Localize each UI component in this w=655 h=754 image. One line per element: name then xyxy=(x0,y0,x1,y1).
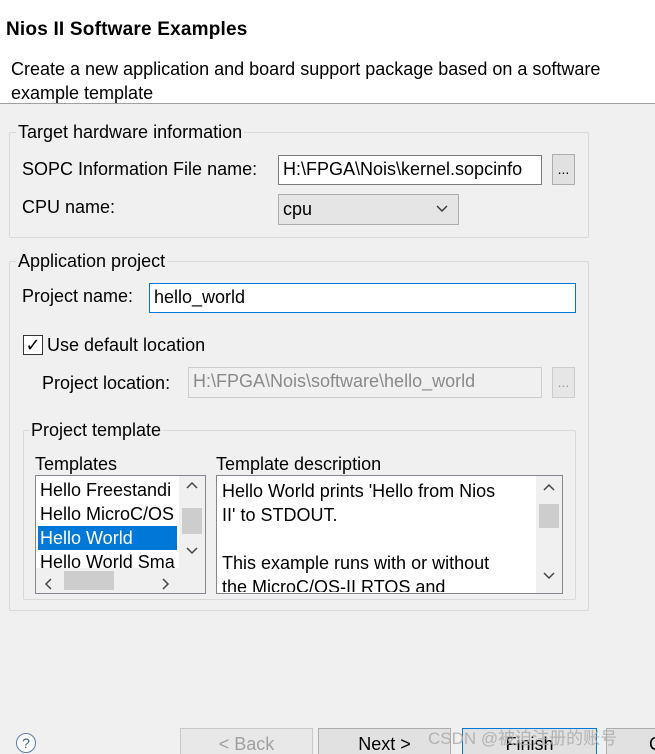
watermark: CSDN @被迫注册的账号 xyxy=(428,729,618,748)
description-line: This example runs with or without xyxy=(222,553,490,573)
templates-horizontal-scrollbar[interactable] xyxy=(36,568,205,593)
scroll-down-icon[interactable] xyxy=(536,571,562,584)
use-default-location-checkbox[interactable]: ✓ xyxy=(23,335,43,355)
page-description: Create a new application and board suppo… xyxy=(11,59,601,103)
templates-list[interactable]: Hello Freestandi Hello MicroC/OS Hello W… xyxy=(35,475,206,594)
target-hardware-legend: Target hardware information xyxy=(16,121,245,143)
cpu-name-value: cpu xyxy=(283,199,313,219)
sopc-file-label: SOPC Information File name: xyxy=(22,159,258,179)
template-item-hello-world[interactable]: Hello World xyxy=(38,526,177,550)
cpu-name-select[interactable]: cpu xyxy=(278,194,459,225)
description-vscroll-thumb[interactable] xyxy=(539,504,559,528)
templates-vertical-scrollbar[interactable] xyxy=(179,476,205,568)
template-item-hello-world-small[interactable]: Hello World Sma xyxy=(38,550,177,568)
wizard-header: Nios II Software Examples Create a new a… xyxy=(0,0,655,104)
page-title: Nios II Software Examples xyxy=(6,19,248,40)
scroll-right-icon[interactable] xyxy=(160,574,170,593)
project-location-field[interactable]: H:\FPGA\Nois\software\hello_world xyxy=(188,367,542,398)
use-default-location-label: Use default location xyxy=(47,335,206,355)
project-location-browse-button[interactable]: ... xyxy=(552,367,575,398)
chevron-down-icon xyxy=(436,195,448,233)
templates-vscroll-thumb[interactable] xyxy=(182,508,202,534)
scroll-up-icon[interactable] xyxy=(179,480,205,493)
template-item-hello-freestanding[interactable]: Hello Freestandi xyxy=(38,478,177,502)
sopc-browse-button[interactable]: ... xyxy=(552,154,575,185)
template-description-header: Template description xyxy=(216,454,382,474)
help-icon[interactable]: ? xyxy=(16,733,36,753)
description-line: II' to STDOUT. xyxy=(222,505,338,525)
templates-hscroll-thumb[interactable] xyxy=(64,571,114,590)
description-line: Hello World prints 'Hello from Nios xyxy=(222,481,496,501)
cpu-name-label: CPU name: xyxy=(22,197,116,217)
scroll-down-icon[interactable] xyxy=(179,546,205,559)
project-name-field[interactable]: hello_world xyxy=(149,283,576,313)
project-location-label: Project location: xyxy=(42,373,171,393)
scroll-up-icon[interactable] xyxy=(536,482,562,495)
sopc-file-field[interactable]: H:\FPGA\Nois\kernel.sopcinfo xyxy=(278,155,542,185)
templates-header: Templates xyxy=(35,454,118,474)
scroll-left-icon[interactable] xyxy=(44,574,54,593)
project-name-label: Project name: xyxy=(22,286,134,306)
project-template-legend: Project template xyxy=(29,419,164,441)
description-line: the MicroC/OS-II RTOS and xyxy=(222,577,446,592)
back-button[interactable]: < Back xyxy=(180,728,313,754)
template-description-box[interactable]: Hello World prints 'Hello from Nios II' … xyxy=(216,475,563,594)
template-item-hello-microc-os[interactable]: Hello MicroC/OS xyxy=(38,502,177,526)
description-vertical-scrollbar[interactable] xyxy=(536,476,562,593)
application-project-legend: Application project xyxy=(16,250,168,272)
